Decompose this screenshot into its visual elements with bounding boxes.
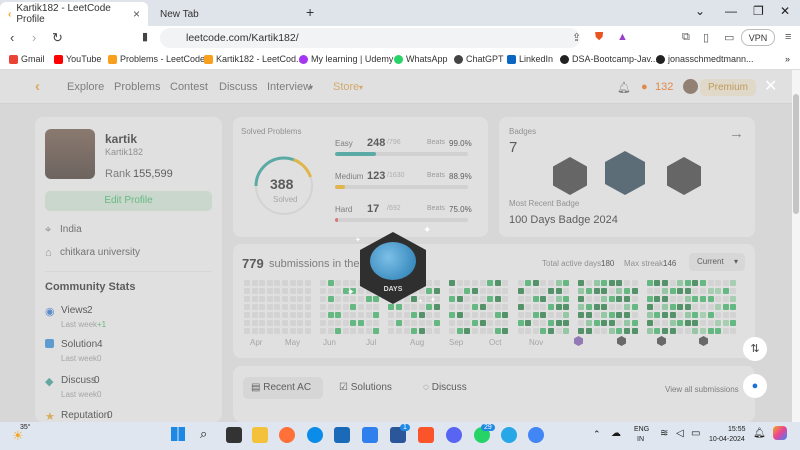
notification-badge: 29	[481, 424, 495, 431]
minimize-icon[interactable]: —	[725, 4, 737, 18]
onedrive-icon[interactable]: ☁	[611, 428, 621, 439]
bookmarks-bar: Gmail YouTube Problems - LeetCode Kartik…	[0, 50, 800, 70]
close-icon[interactable]: ✕	[764, 76, 777, 96]
bookmark-chatgpt[interactable]: ChatGPT	[454, 54, 504, 64]
url-text: leetcode.com/Kartik182/	[186, 32, 299, 44]
sparkle-icon: ✦	[430, 297, 436, 304]
tab-new-tab[interactable]: New Tab	[152, 2, 292, 26]
bookmark-gmail[interactable]: Gmail	[9, 54, 45, 64]
notifications-icon[interactable]: 🔔︎	[753, 428, 766, 439]
windows-start-icon[interactable]	[171, 427, 185, 441]
bookmark-youtube[interactable]: YouTube	[54, 54, 101, 64]
bookmark-label: My learning | Udemy	[311, 54, 394, 64]
udemy-icon	[299, 54, 308, 64]
chrome-icon[interactable]	[528, 427, 544, 443]
gmail-icon	[9, 54, 18, 64]
file-explorer-icon[interactable]	[252, 427, 268, 443]
new-tab-button[interactable]: +	[306, 4, 314, 20]
copilot-icon[interactable]	[773, 426, 787, 440]
sparkle-icon: ✦	[355, 237, 361, 244]
bookmark-label: Problems - LeetCode	[120, 54, 206, 64]
leetcode-icon	[108, 54, 117, 64]
language-eng[interactable]: ENG	[634, 426, 649, 433]
reload-icon[interactable]: ↻	[52, 30, 63, 46]
sparkle-icon: ✦	[418, 299, 424, 305]
url-field[interactable]: leetcode.com/Kartik182/	[160, 28, 580, 48]
store-icon[interactable]	[334, 427, 350, 443]
brave-rewards-icon[interactable]: ▲	[617, 31, 628, 43]
github-icon	[560, 54, 569, 64]
brave-icon[interactable]	[418, 427, 434, 443]
chevron-up-icon[interactable]: ⌃	[593, 429, 601, 440]
whatsapp-icon	[394, 54, 403, 64]
vpn-label: VPN	[748, 32, 768, 43]
bookmark-label: YouTube	[66, 54, 102, 64]
scrollbar-thumb[interactable]	[793, 94, 799, 214]
battery-icon[interactable]: ▭	[691, 428, 700, 439]
bookmark-label: LinkedIn	[519, 54, 554, 64]
language-in[interactable]: IN	[637, 436, 644, 443]
firefox-icon[interactable]	[279, 427, 295, 443]
chat-bubble-button[interactable]: ●	[743, 374, 767, 398]
bookmark-whatsapp[interactable]: WhatsApp	[394, 54, 448, 64]
notification-badge: 1	[400, 424, 410, 431]
close-window-icon[interactable]: ✕	[780, 4, 790, 18]
vpn-button[interactable]: VPN	[741, 29, 775, 46]
brave-shield-icon[interactable]: ⛊	[595, 31, 603, 44]
bookmark-linkedin[interactable]: LinkedIn	[507, 54, 553, 64]
tab-label: Kartik182 - LeetCode Profile	[16, 3, 111, 25]
extensions-icon[interactable]: ⧉	[682, 31, 690, 44]
sidebar-icon[interactable]: ▯	[703, 31, 709, 44]
bookmark-dsa[interactable]: DSA-Bootcamp-Jav...	[560, 54, 658, 64]
back-icon[interactable]: ‹	[10, 30, 14, 45]
telegram-icon[interactable]	[501, 427, 517, 443]
bookmark-problems[interactable]: Problems - LeetCode	[108, 54, 205, 64]
bookmark-label: Gmail	[21, 54, 45, 64]
share-icon[interactable]: ⇪	[572, 31, 581, 44]
weather-temp: 35°	[20, 424, 31, 431]
bookmark-udemy[interactable]: My learning | Udemy	[299, 54, 393, 64]
bookmark-label: Kartik182 - LeetCod...	[216, 54, 304, 64]
wifi-icon[interactable]: ≋	[660, 428, 668, 439]
github-icon	[656, 54, 665, 64]
linkedin-icon	[507, 54, 516, 64]
discord-icon[interactable]	[446, 427, 462, 443]
search-icon[interactable]: ⌕	[200, 426, 207, 442]
feedback-button[interactable]: ⇅	[743, 337, 767, 361]
sparkle-icon: ✦	[347, 287, 355, 297]
bookmark-label: ChatGPT	[466, 54, 504, 64]
bookmark-label: DSA-Bootcamp-Jav...	[572, 54, 658, 64]
badge-popup-emblem	[370, 242, 416, 280]
clock-time[interactable]: 15:55	[728, 426, 746, 433]
bookmark-label: jonasschmedtmann...	[668, 54, 754, 64]
more-label: »	[785, 54, 791, 64]
forward-icon[interactable]: ›	[32, 30, 36, 45]
chatgpt-icon	[454, 54, 463, 64]
clock-date[interactable]: 10-04-2024	[709, 436, 745, 443]
leetcode-icon	[204, 54, 213, 64]
close-tab-icon[interactable]: ×	[133, 7, 140, 21]
scrollbar[interactable]	[792, 70, 800, 422]
chevron-down-icon[interactable]: ⌄	[695, 4, 705, 18]
sparkle-icon: ✦	[423, 225, 432, 236]
bookmarks-more[interactable]: »	[785, 54, 790, 64]
bookmark-kartik[interactable]: Kartik182 - LeetCod...	[204, 54, 304, 64]
browser-tab-bar: ‹ Kartik182 - LeetCode Profile × New Tab…	[0, 0, 800, 26]
youtube-icon	[54, 54, 63, 64]
tab-leetcode-profile[interactable]: ‹ Kartik182 - LeetCode Profile ×	[0, 2, 148, 26]
menu-icon[interactable]: ≡	[785, 31, 791, 43]
bookmark-label: WhatsApp	[406, 54, 448, 64]
bookmark-jonas[interactable]: jonasschmedtmann...	[656, 54, 754, 64]
maximize-icon[interactable]: ❐	[753, 4, 764, 18]
volume-icon[interactable]: ◁	[676, 428, 684, 439]
edge-icon[interactable]	[307, 427, 323, 443]
wallet-icon[interactable]: ▭	[724, 31, 734, 44]
bookmark-icon[interactable]: ▮	[142, 30, 148, 43]
vscode-icon[interactable]	[362, 427, 378, 443]
leetcode-favicon-icon: ‹	[8, 8, 12, 20]
task-view-icon[interactable]	[226, 427, 242, 443]
tab-label: New Tab	[160, 8, 199, 20]
